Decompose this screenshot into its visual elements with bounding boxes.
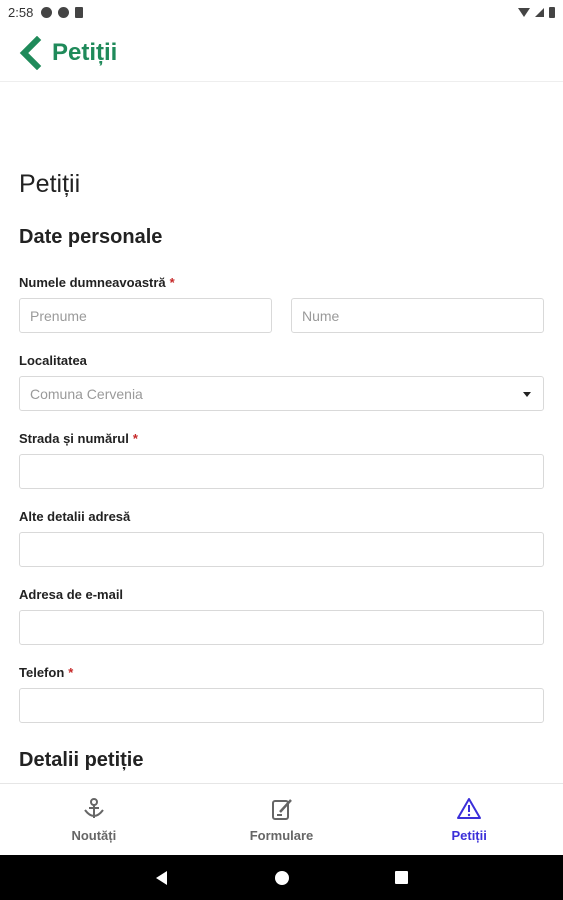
first-name-input[interactable] — [19, 298, 272, 333]
app-title: Petiții — [52, 38, 118, 66]
phone-field-group: Telefon * — [19, 665, 544, 723]
page-heading: Petiții — [19, 170, 81, 198]
a-circle-icon — [41, 6, 53, 18]
section-heading-personal: Date personale — [19, 226, 163, 248]
address-details-field-group: Alte detalii adresă — [19, 509, 544, 567]
locality-select-value: Comuna Cervenia — [30, 385, 143, 402]
system-home-button[interactable] — [222, 855, 342, 900]
battery-icon — [549, 6, 555, 18]
required-marker: * — [169, 275, 175, 290]
status-time: 2:58 — [8, 4, 34, 20]
street-input[interactable] — [19, 454, 544, 489]
required-marker: * — [132, 431, 138, 446]
locality-select[interactable]: Comuna Cervenia — [19, 376, 544, 411]
form-edit-icon — [269, 796, 295, 822]
form-content[interactable]: Petiții Date personale Numele dumneavoas… — [0, 83, 563, 783]
locality-label: Localitatea — [19, 353, 87, 368]
dropdown-caret-icon — [523, 392, 531, 397]
nav-label-petitii: Petiții — [451, 828, 487, 843]
required-marker: * — [68, 665, 74, 680]
recents-square-icon — [395, 871, 408, 884]
street-label: Strada și numărul * — [19, 431, 544, 447]
email-input[interactable] — [19, 610, 544, 645]
address-details-input[interactable] — [19, 532, 544, 567]
wifi-icon — [518, 7, 530, 17]
back-button[interactable] — [0, 24, 52, 82]
nav-item-formulare[interactable]: Formulare — [188, 784, 376, 855]
nav-item-noutati[interactable]: Noutăți — [0, 784, 188, 855]
street-field-group: Strada și numărul * — [19, 431, 544, 489]
name-field-group: Numele dumneavoastră * — [19, 275, 544, 333]
warning-triangle-icon — [456, 796, 482, 822]
phone-label: Telefon * — [19, 665, 544, 681]
phone-label-text: Telefon — [19, 665, 65, 680]
last-name-input[interactable] — [291, 298, 544, 333]
name-label-text: Numele dumneavoastră — [19, 275, 166, 290]
system-recents-button[interactable] — [342, 855, 462, 900]
app-bar: Petiții — [0, 24, 563, 82]
email-label: Adresa de e-mail — [19, 587, 124, 602]
sd-card-icon — [75, 6, 84, 18]
p-circle-icon — [58, 6, 70, 18]
nav-item-petitii[interactable]: Petiții — [375, 784, 563, 855]
android-nav-bar — [0, 855, 563, 900]
section-heading-petition: Detalii petiție — [19, 749, 144, 771]
status-bar: 2:58 — [0, 0, 563, 24]
nav-label-formulare: Formulare — [249, 828, 314, 843]
name-label: Numele dumneavoastră * — [19, 275, 544, 291]
chevron-left-icon — [19, 35, 42, 70]
street-label-text: Strada și numărul — [19, 431, 129, 446]
address-details-label: Alte detalii adresă — [19, 509, 131, 524]
status-icons-right — [518, 6, 555, 18]
back-triangle-icon — [156, 870, 167, 885]
name-row — [19, 298, 544, 333]
home-circle-icon — [274, 870, 289, 885]
email-field-group: Adresa de e-mail — [19, 587, 544, 645]
phone-input[interactable] — [19, 688, 544, 723]
system-back-button[interactable] — [102, 855, 222, 900]
status-icons-left — [41, 6, 84, 18]
nav-label-noutati: Noutăți — [71, 828, 117, 843]
news-icon — [81, 796, 107, 822]
bottom-nav: Noutăți Formulare Petiții — [0, 783, 563, 855]
locality-field-group: Localitatea Comuna Cervenia — [19, 353, 544, 411]
signal-icon — [535, 7, 544, 17]
